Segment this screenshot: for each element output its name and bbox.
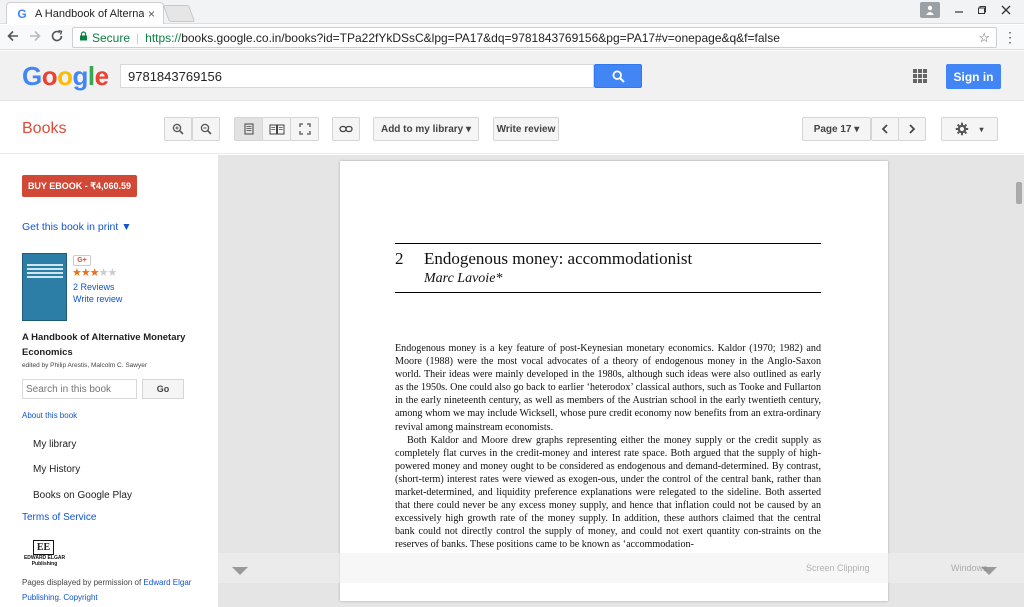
- chapter-top-rule: [395, 243, 821, 244]
- sign-in-button[interactable]: Sign in: [946, 64, 1001, 89]
- url-scheme: https://: [145, 30, 182, 45]
- zoom-in-icon: [172, 123, 184, 135]
- url-separator: |: [136, 30, 140, 45]
- zoom-in-button[interactable]: [164, 117, 192, 141]
- star-rating-icon: ★: [98, 267, 109, 279]
- search-icon: [611, 69, 625, 83]
- logo-letter: G: [22, 61, 42, 91]
- about-book-link[interactable]: About this book: [22, 411, 77, 420]
- secure-label: Secure: [92, 30, 131, 45]
- permission-prefix: Pages displayed by permission of: [22, 578, 144, 587]
- chapter-author: Marc Lavoie*: [424, 271, 503, 286]
- star-rating-icon: ★: [80, 267, 91, 279]
- chapter-bottom-rule: [395, 292, 821, 293]
- single-page-icon: [244, 123, 253, 135]
- nav-my-library[interactable]: My library: [33, 439, 76, 450]
- user-icon[interactable]: [920, 2, 940, 18]
- books-toolbar: Books Add to my library ▾ Write review P…: [0, 102, 1024, 154]
- google-logo[interactable]: Google: [22, 61, 109, 92]
- watermark-text: Screen Clipping: [806, 563, 870, 573]
- logo-letter: l: [87, 61, 95, 91]
- chevron-down-icon: ▾: [979, 124, 984, 134]
- new-tab-button[interactable]: [162, 5, 196, 22]
- gear-icon: [956, 122, 969, 136]
- nav-my-history[interactable]: My History: [33, 464, 80, 475]
- star-rating-icon: ★: [107, 267, 118, 279]
- logo-letter: g: [72, 61, 89, 91]
- back-icon[interactable]: [2, 29, 24, 46]
- scroll-down-left-icon[interactable]: [232, 567, 248, 575]
- tab-strip: G A Handbook of Alternati ×: [0, 0, 1024, 24]
- book-sidebar: BUY EBOOK - ₹4,060.59 Get this book in p…: [0, 155, 218, 607]
- logo-letter: o: [57, 61, 73, 91]
- link-icon: [339, 125, 353, 133]
- google-favicon-icon: G: [17, 6, 27, 21]
- get-print-link[interactable]: Get this book in print ▼: [22, 221, 132, 233]
- zoom-out-button[interactable]: [192, 117, 220, 141]
- chevron-left-icon: [881, 124, 888, 134]
- add-to-library-button[interactable]: Add to my library ▾: [373, 117, 479, 141]
- star-rating-icon: ★: [72, 267, 82, 279]
- apps-grid-icon[interactable]: [913, 69, 927, 83]
- copyright-link[interactable]: Copyright: [63, 593, 97, 602]
- book-title: A Handbook of Alternative Monetary Econo…: [22, 332, 186, 358]
- publisher-logo-caption: EDWARD ELGAR Publishing: [23, 555, 66, 567]
- forward-icon[interactable]: [24, 29, 46, 46]
- buy-ebook-button[interactable]: BUY EBOOK - ₹4,060.59: [22, 175, 137, 197]
- write-review-link[interactable]: Write review: [73, 294, 122, 304]
- paragraph: Both Kaldor and Moore drew graphs repres…: [395, 434, 821, 551]
- google-header: Google 9781843769156 Sign in: [0, 51, 1024, 101]
- write-review-button[interactable]: Write review: [493, 117, 559, 141]
- book-cover-thumbnail[interactable]: [22, 253, 67, 321]
- reload-icon[interactable]: [46, 29, 68, 46]
- book-authors: edited by Philip Arestis, Malcolm C. Saw…: [22, 362, 147, 369]
- lock-icon: [79, 31, 88, 44]
- link-button[interactable]: [332, 117, 360, 141]
- chevron-right-icon: [909, 124, 916, 134]
- fullscreen-icon: [298, 123, 311, 135]
- permission-text: Pages displayed by permission of Edward …: [22, 575, 202, 605]
- scrollbar-thumb[interactable]: [1016, 182, 1022, 204]
- url-text: books.google.co.in/books?id=TPa22fYkDSsC…: [181, 30, 780, 45]
- chapter-title: Endogenous money: accommodationist: [424, 249, 693, 268]
- menu-icon[interactable]: ⋮: [1003, 29, 1017, 46]
- paragraph: Endogenous money is a key feature of pos…: [395, 343, 821, 433]
- tab-close-icon[interactable]: ×: [148, 7, 155, 21]
- tab-title: A Handbook of Alternati: [35, 7, 144, 20]
- publisher-logo[interactable]: EE: [33, 540, 54, 555]
- logo-letter: o: [41, 61, 58, 91]
- settings-button[interactable]: ▾: [941, 117, 998, 141]
- search-button[interactable]: [594, 64, 642, 88]
- logo-letter: e: [94, 61, 109, 91]
- single-page-view-button[interactable]: [234, 117, 263, 141]
- fullscreen-button[interactable]: [290, 117, 319, 141]
- search-input[interactable]: 9781843769156: [120, 64, 594, 88]
- close-icon[interactable]: [990, 0, 1022, 20]
- browser-tab[interactable]: G A Handbook of Alternati ×: [6, 2, 164, 24]
- star-rating-icon: ★: [89, 267, 100, 279]
- two-page-view-button[interactable]: [262, 117, 291, 141]
- chapter-number: 2: [395, 249, 404, 268]
- url-field[interactable]: Secure | https:// books.google.co.in/boo…: [72, 27, 997, 48]
- star-icon[interactable]: ☆: [978, 30, 990, 46]
- book-page: 2 Endogenous money: accommodationist Mar…: [340, 161, 888, 601]
- viewer-bottom-bar: [218, 553, 1024, 583]
- reviews-link[interactable]: 2 Reviews: [73, 282, 115, 292]
- chapter-body: Endogenous money is a key feature of pos…: [395, 342, 821, 552]
- book-search-go-button[interactable]: Go: [142, 379, 184, 399]
- next-page-button[interactable]: [898, 117, 926, 141]
- books-section-title[interactable]: Books: [22, 120, 66, 138]
- zoom-out-icon: [200, 123, 212, 135]
- nav-google-play[interactable]: Books on Google Play: [33, 490, 132, 501]
- google-plus-button[interactable]: G+: [73, 255, 91, 266]
- rating-stars: ★★★★★: [72, 266, 118, 279]
- two-page-icon: [269, 124, 284, 134]
- page-select[interactable]: Page 17 ▾: [802, 117, 871, 141]
- address-bar-row: Secure | https:// books.google.co.in/boo…: [0, 25, 1024, 50]
- previous-page-button[interactable]: [871, 117, 899, 141]
- book-viewer[interactable]: 2 Endogenous money: accommodationist Mar…: [218, 155, 1024, 607]
- terms-link[interactable]: Terms of Service: [22, 512, 96, 523]
- book-search-input[interactable]: [22, 379, 137, 399]
- watermark-text: Windows: [951, 563, 988, 573]
